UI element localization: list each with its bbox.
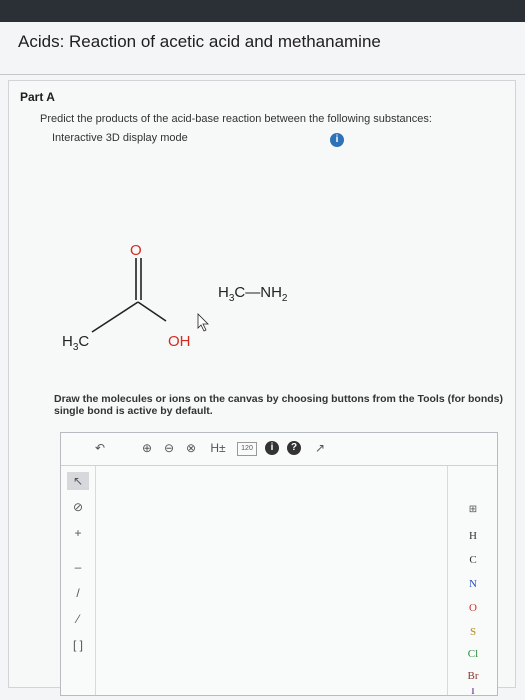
element-n-button[interactable]: N [448,574,498,594]
methanamine-structure: H3C—NH2 [218,284,288,304]
part-label: Part A [20,90,55,104]
element-cl-button[interactable]: Cl [448,644,498,664]
bond-carbonyl-hydroxyl [137,301,167,322]
carbonyl-oxygen: O [130,242,142,259]
charge-button[interactable]: 120 [237,442,257,456]
page-content: Acids: Reaction of acetic acid and metha… [0,22,525,700]
molecule-editor[interactable]: ↶ ⊕ ⊖ ⊗ H± 120 i ? ↗ ↖ ⊘ + – / ⁄ [ ] ⊞ H… [60,432,498,696]
element-br-button[interactable]: Br [448,666,498,686]
hydroxyl-group: OH [168,333,191,350]
editor-toolbar: ↶ ⊕ ⊖ ⊗ H± 120 i ? ↗ [61,433,497,466]
reactants-structure: O H3C OH H3C—NH2 [62,242,288,352]
left-tool-palette: ↖ ⊘ + – / ⁄ [ ] [61,466,96,695]
eraser-tool[interactable]: ⊘ [67,498,89,516]
element-c-button[interactable]: C [448,550,498,570]
zoom-out-button[interactable]: ⊖ [161,439,177,457]
instructions-line-1: Draw the molecules or ions on the canvas… [54,393,504,405]
undo-button[interactable]: ↶ [91,439,109,457]
title-divider [0,74,525,75]
display-mode-link[interactable]: Interactive 3D display mode [52,132,188,144]
positive-charge-tool[interactable]: + [67,524,89,542]
bracket-tool[interactable]: [ ] [67,636,89,654]
methyl-group: H3C [62,333,89,352]
page-title: Acids: Reaction of acetic acid and metha… [18,32,381,51]
element-i-button[interactable]: I [448,688,498,695]
drawing-instructions: Draw the molecules or ions on the canvas… [54,393,524,417]
element-h-button[interactable]: H [448,526,498,546]
question-prompt: Predict the products of the acid-base re… [40,113,432,125]
hydrogens-toggle-button[interactable]: H± [207,439,229,457]
periodic-table-icon[interactable]: ⊞ [448,500,498,520]
chain-tool[interactable]: ⁄ [67,610,89,628]
single-bond-tool[interactable]: / [67,584,89,602]
select-tool[interactable]: ↖ [67,472,89,490]
negative-charge-tool[interactable]: – [67,558,89,576]
expand-icon[interactable]: ↗ [311,439,329,457]
browser-top-bar [0,0,525,22]
editor-info-icon[interactable]: i [265,441,279,455]
info-icon[interactable]: i [330,133,344,147]
reset-view-button[interactable]: ⊗ [183,439,199,457]
zoom-in-button[interactable]: ⊕ [139,439,155,457]
mouse-cursor [197,313,209,332]
element-o-button[interactable]: O [448,598,498,618]
element-palette: ⊞ H C N O S Cl Br I [447,466,498,695]
bond-methyl-carbonyl [91,301,139,333]
element-s-button[interactable]: S [448,622,498,642]
help-icon[interactable]: ? [287,441,301,455]
instructions-line-2: single bond is active by default. [54,405,213,417]
